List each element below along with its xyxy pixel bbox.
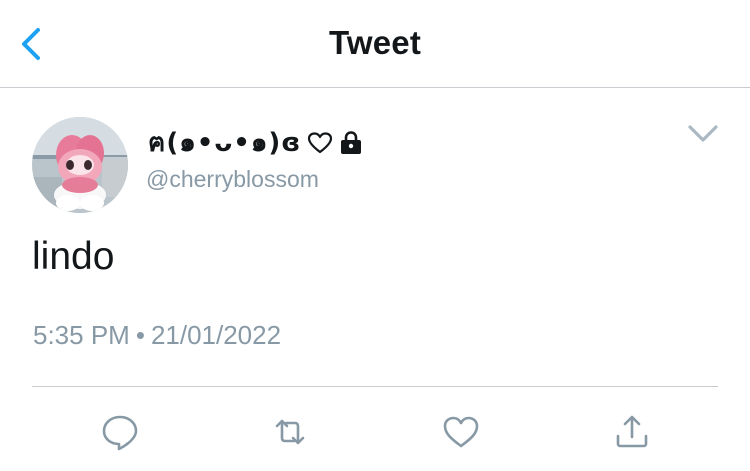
tweet-time: 5:35 PM [33,320,130,350]
heart-outline-icon [308,131,333,153]
meta-separator: • [135,320,145,350]
reply-icon [102,415,138,451]
tweet-date: 21/01/2022 [150,320,282,350]
reply-button[interactable] [100,412,140,452]
retweet-button[interactable] [270,412,310,452]
top-bar: Tweet [0,0,750,88]
like-icon [443,416,479,448]
display-name[interactable]: ฅ(๑•ᴗ•๑)ɞ [148,122,363,163]
display-name-text: ฅ(๑•ᴗ•๑)ɞ [148,128,302,158]
share-button[interactable] [612,412,652,452]
chevron-down-icon [688,125,718,142]
lock-icon [341,130,362,154]
tweet-timestamp: 5:35 PM • 21/01/2022 [33,320,281,351]
avatar[interactable] [32,117,128,213]
page-title: Tweet [328,24,422,61]
tweet-text: lindo [32,235,115,278]
user-handle[interactable]: @cherryblossom [146,166,319,193]
retweet-icon [275,419,305,445]
like-button[interactable] [441,412,481,452]
more-options-button[interactable] [686,122,720,146]
divider [32,386,718,387]
share-icon [616,415,648,448]
